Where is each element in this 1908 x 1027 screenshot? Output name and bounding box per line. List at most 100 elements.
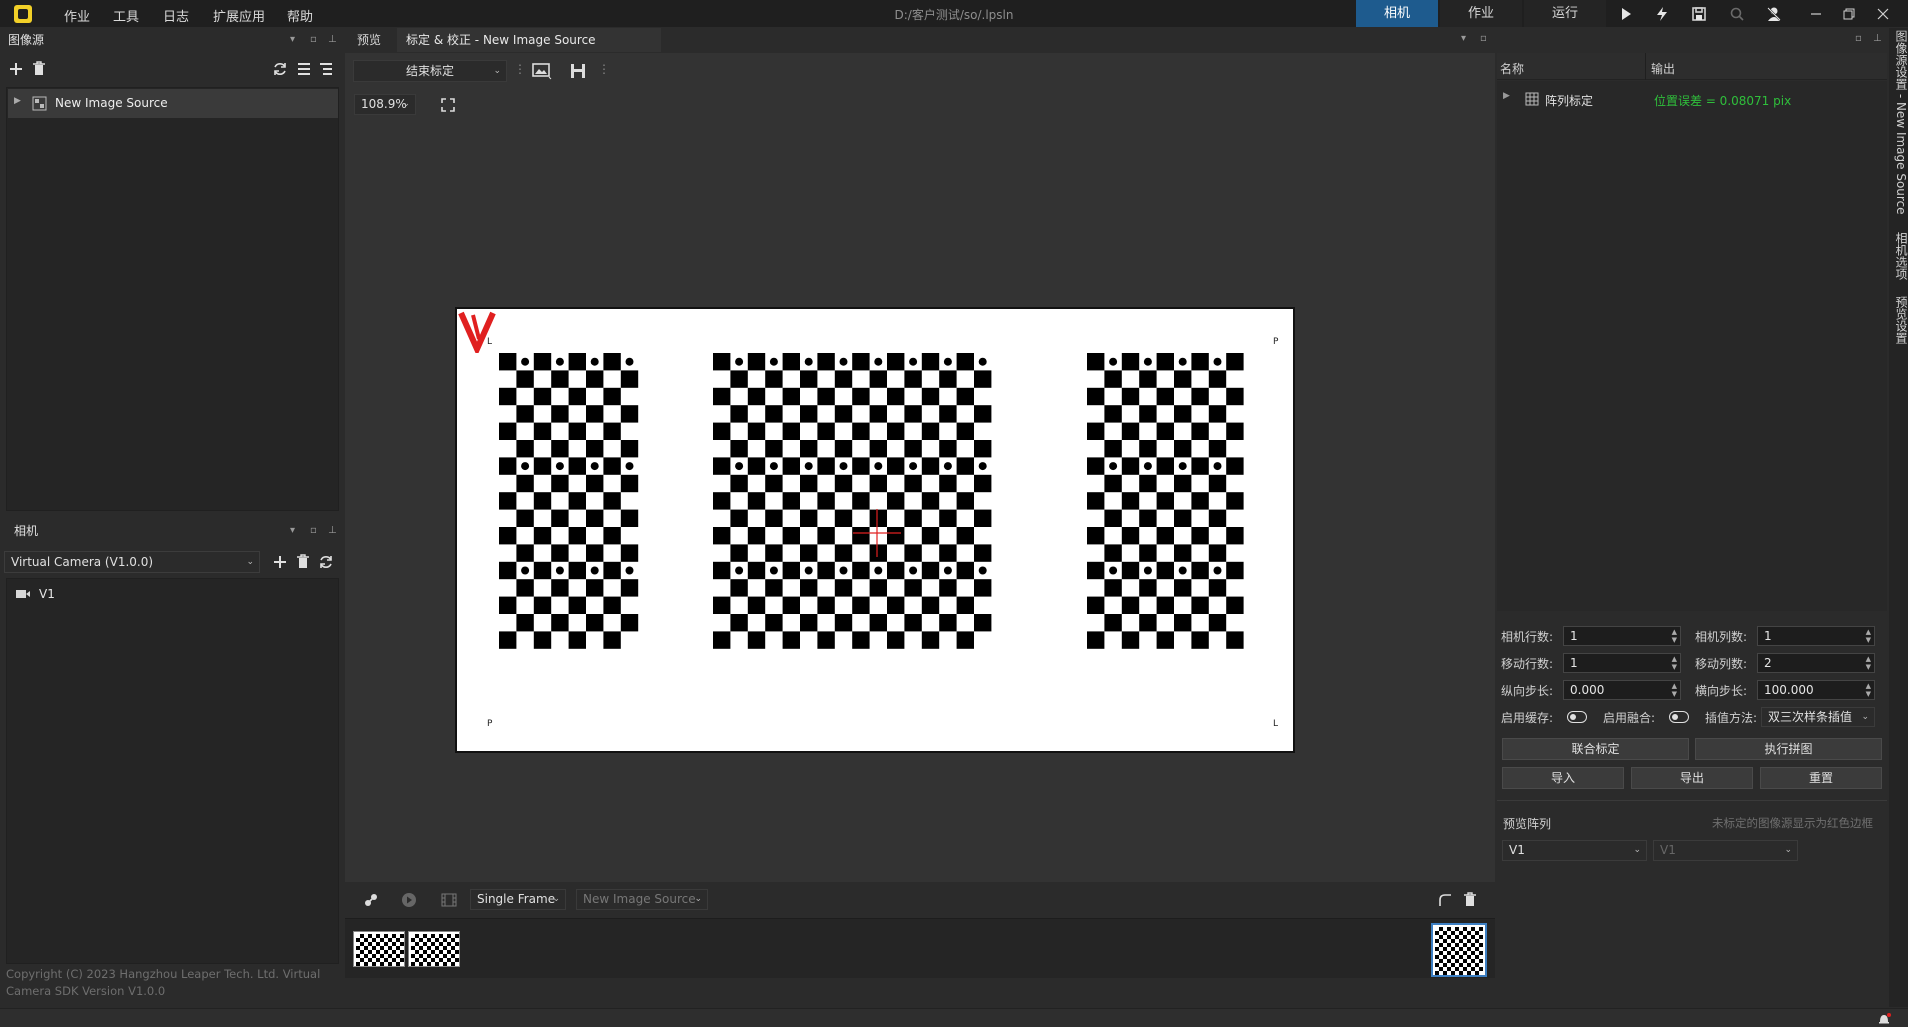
close-icon[interactable] xyxy=(1874,5,1892,23)
checker-square xyxy=(800,579,818,597)
notification-bell-icon[interactable] xyxy=(1877,1012,1891,1026)
search-icon[interactable] xyxy=(1728,5,1746,23)
interp-label: 插值方法: xyxy=(1705,711,1758,725)
spinner-icon[interactable]: ▲ ▼ xyxy=(1866,628,1871,644)
checker-square xyxy=(1174,405,1192,423)
delete-icon[interactable] xyxy=(32,61,46,76)
menu-log[interactable]: 日志 xyxy=(163,6,189,25)
side-tab-preview-settings[interactable]: 预览设置 xyxy=(1893,296,1908,344)
tree-item-new-image-source[interactable]: ▶ New Image Source xyxy=(8,89,338,118)
refresh-icon[interactable] xyxy=(273,62,287,76)
checker-square xyxy=(817,631,835,649)
pin-icon[interactable]: ⊥ xyxy=(328,519,337,543)
v-step-input[interactable]: 0.000 ▲ ▼ xyxy=(1563,680,1681,700)
zoom-select[interactable]: 108.9% ⌄ xyxy=(354,94,416,115)
frame-source-select[interactable]: New Image Source ⌄ xyxy=(576,889,708,910)
connect-icon[interactable] xyxy=(363,892,379,908)
play-icon[interactable] xyxy=(401,892,417,908)
dropdown-icon[interactable]: ▾ xyxy=(1461,33,1466,44)
frame-mode-select[interactable]: Single Frame ⌄ xyxy=(470,889,566,910)
tree-item-v1[interactable]: V1 xyxy=(7,585,337,605)
preview-array-select-1[interactable]: V1 ⌄ xyxy=(1502,840,1647,861)
menu-help[interactable]: 帮助 xyxy=(287,6,313,25)
tree-list-icon[interactable] xyxy=(319,62,333,76)
side-tab-image-source-settings[interactable]: 图像源设置 - New Image Source xyxy=(1893,30,1908,215)
end-calibration-select[interactable]: 结束标定 ⌄ xyxy=(353,60,507,82)
pin-icon[interactable]: ⊥ xyxy=(328,28,337,52)
delete-frames-icon[interactable] xyxy=(1463,892,1477,907)
dropdown-icon[interactable]: ▾ xyxy=(290,519,295,543)
checker-square xyxy=(568,596,586,614)
refresh-camera-icon[interactable] xyxy=(319,555,333,569)
spinner-icon[interactable]: ▲ ▼ xyxy=(1672,682,1677,698)
move-rows-input[interactable]: 1 ▲ ▼ xyxy=(1563,653,1681,673)
restore-icon[interactable] xyxy=(1840,5,1858,23)
tab-calibration[interactable]: 标定 & 校正 - New Image Source xyxy=(397,28,661,52)
add-icon[interactable] xyxy=(9,62,23,76)
interp-select[interactable]: 双三次样条插值 ⌄ xyxy=(1761,707,1875,727)
save-icon[interactable] xyxy=(570,63,586,79)
fusion-toggle[interactable] xyxy=(1669,711,1689,723)
spinner-icon[interactable]: ▲ ▼ xyxy=(1866,655,1871,671)
menu-tools[interactable]: 工具 xyxy=(113,6,139,25)
menu-job[interactable]: 作业 xyxy=(64,6,90,25)
calibration-dot xyxy=(625,566,634,575)
minimize-icon[interactable] xyxy=(1807,5,1825,23)
stitch-button[interactable]: 执行拼图 xyxy=(1695,738,1882,760)
checker-square xyxy=(713,492,731,510)
float-icon[interactable]: ▫ xyxy=(310,28,317,52)
list-icon[interactable] xyxy=(297,62,311,76)
run-icon[interactable] xyxy=(1617,5,1635,23)
dropdown-icon[interactable]: ▾ xyxy=(290,28,295,52)
thumbnail-1[interactable] xyxy=(353,931,405,967)
film-icon[interactable] xyxy=(441,893,457,907)
move-cols-input[interactable]: 2 ▲ ▼ xyxy=(1757,653,1875,673)
tab-preview[interactable]: 预览 xyxy=(345,28,393,52)
spinner-icon[interactable]: ▲ ▼ xyxy=(1672,655,1677,671)
float-icon[interactable]: ▫ xyxy=(1480,33,1487,44)
checker-square xyxy=(1139,370,1157,388)
thumbnail-2[interactable] xyxy=(408,931,460,967)
thumb-square xyxy=(1451,955,1455,959)
calibration-dot xyxy=(839,462,848,471)
thumb-square xyxy=(1435,939,1439,943)
cam-cols-input[interactable]: 1 ▲ ▼ xyxy=(1757,626,1875,646)
checker-square xyxy=(782,353,800,371)
calibration-image[interactable]: L P P L xyxy=(455,307,1295,753)
table-row[interactable]: ▶ 阵列标定 位置误差 = 0.08071 pix xyxy=(1497,88,1887,110)
add-camera-icon[interactable] xyxy=(273,555,287,569)
mode-tab-camera[interactable]: 相机 xyxy=(1356,0,1438,27)
corner-icon[interactable] xyxy=(1438,893,1452,907)
pin-icon[interactable]: ⊥ xyxy=(1873,33,1882,44)
expand-arrow-icon[interactable]: ▶ xyxy=(14,96,21,106)
float-icon[interactable]: ▫ xyxy=(310,519,317,543)
reset-button[interactable]: 重置 xyxy=(1760,767,1882,789)
spinner-icon[interactable]: ▲ ▼ xyxy=(1672,628,1677,644)
import-button[interactable]: 导入 xyxy=(1502,767,1624,789)
right-panel-header: ▫ ⊥ xyxy=(1497,28,1887,52)
fit-screen-icon[interactable] xyxy=(441,98,455,112)
expand-arrow-icon[interactable]: ▶ xyxy=(1503,91,1510,101)
delete-camera-icon[interactable] xyxy=(296,554,310,569)
side-tab-camera-options[interactable]: 相机选项 xyxy=(1893,232,1908,280)
mode-tab-run[interactable]: 运行 xyxy=(1524,0,1606,27)
lightning-icon[interactable] xyxy=(1653,5,1671,23)
float-icon[interactable]: ▫ xyxy=(1855,33,1862,44)
h-step-input[interactable]: 100.000 ▲ ▼ xyxy=(1757,680,1875,700)
export-button[interactable]: 导出 xyxy=(1631,767,1753,789)
mode-tab-job[interactable]: 作业 xyxy=(1440,0,1522,27)
user-icon[interactable] xyxy=(1765,5,1783,23)
joint-calibration-button[interactable]: 联合标定 xyxy=(1502,738,1689,760)
cache-toggle[interactable] xyxy=(1567,711,1587,723)
cam-rows-input[interactable]: 1 ▲ ▼ xyxy=(1563,626,1681,646)
image-view-icon[interactable] xyxy=(532,63,552,80)
save-all-icon[interactable] xyxy=(1690,5,1708,23)
checker-square xyxy=(603,422,621,440)
preview-array-select-2[interactable]: V1 ⌄ xyxy=(1653,840,1798,861)
thumbnail-selected[interactable] xyxy=(1431,923,1487,977)
menu-extensions[interactable]: 扩展应用 xyxy=(213,6,265,25)
thumb-square xyxy=(1447,927,1451,931)
thumb-square xyxy=(1467,931,1471,935)
spinner-icon[interactable]: ▲ ▼ xyxy=(1866,682,1871,698)
camera-select[interactable]: Virtual Camera (V1.0.0) ⌄ xyxy=(4,551,260,573)
